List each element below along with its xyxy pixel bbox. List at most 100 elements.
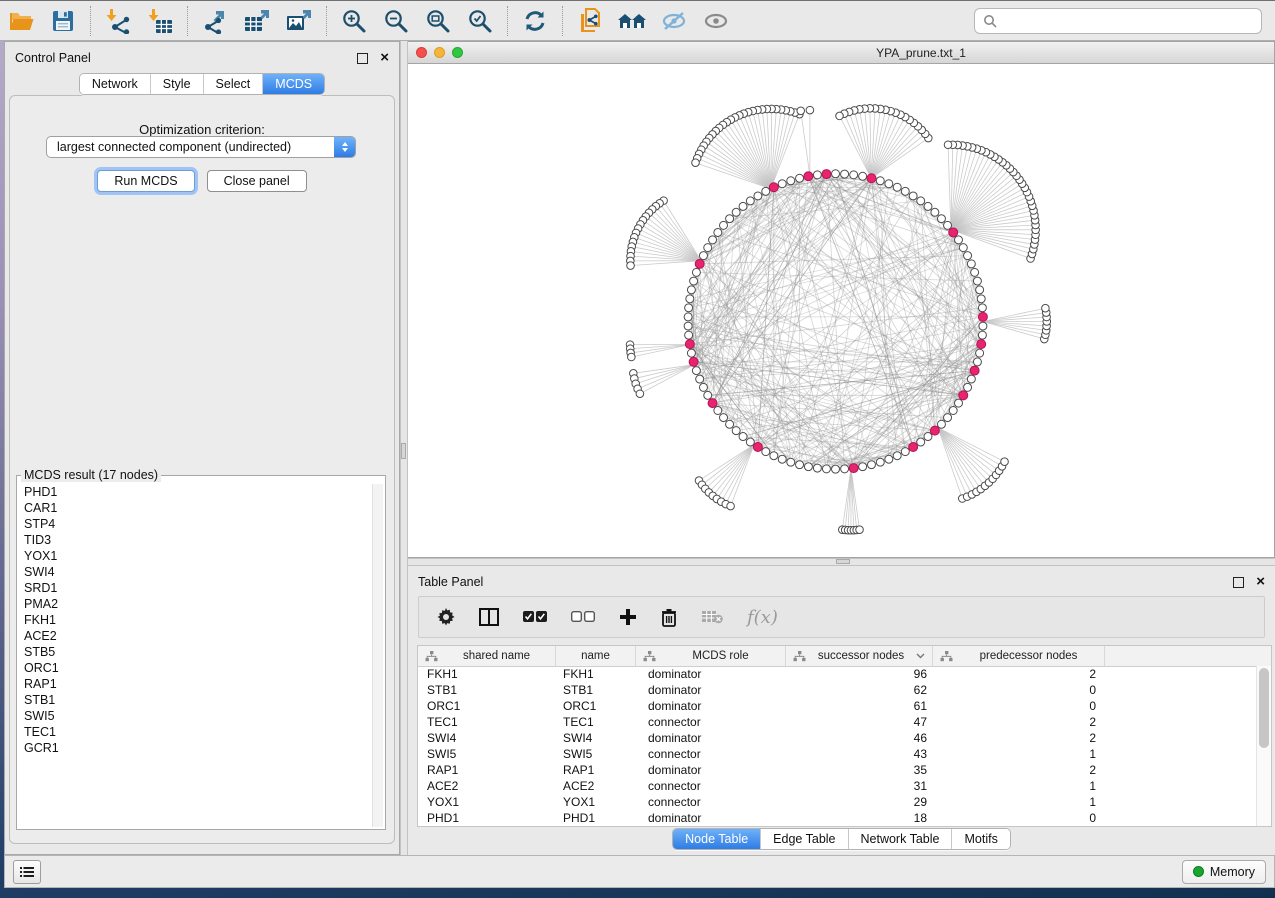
mcds-result-item[interactable]: ACE2 xyxy=(19,628,372,644)
network-hub-node[interactable] xyxy=(949,228,958,237)
network-canvas[interactable] xyxy=(408,64,1274,557)
table-row[interactable]: FKH1FKH1dominator962 xyxy=(418,666,1257,682)
export-network-icon[interactable] xyxy=(198,5,232,37)
network-node[interactable] xyxy=(727,502,735,510)
splitter-grip[interactable] xyxy=(836,559,850,564)
mcds-result-item[interactable]: GCR1 xyxy=(19,740,372,756)
network-node[interactable] xyxy=(901,187,909,195)
mcds-result-item[interactable]: SWI4 xyxy=(19,564,372,580)
column-view-icon[interactable] xyxy=(479,608,499,626)
network-node[interactable] xyxy=(770,452,778,460)
search-box[interactable] xyxy=(974,8,1262,34)
network-node[interactable] xyxy=(841,170,849,178)
close-panel-icon[interactable]: × xyxy=(1256,577,1265,587)
table-row[interactable]: ORC1ORC1dominator610 xyxy=(418,698,1257,714)
network-node[interactable] xyxy=(806,106,814,114)
network-node[interactable] xyxy=(901,448,909,456)
refresh-icon[interactable] xyxy=(518,5,552,37)
network-node[interactable] xyxy=(636,390,644,398)
network-node[interactable] xyxy=(964,383,972,391)
mcds-result-item[interactable]: SRD1 xyxy=(19,580,372,596)
network-node[interactable] xyxy=(893,183,901,191)
network-node[interactable] xyxy=(978,331,986,339)
tab-edge-table[interactable]: Edge Table xyxy=(760,829,847,849)
import-table-icon[interactable] xyxy=(143,5,177,37)
network-node[interactable] xyxy=(692,159,700,167)
network-node[interactable] xyxy=(732,427,740,435)
table-row[interactable]: RAP1RAP1dominator352 xyxy=(418,762,1257,778)
tab-node-table[interactable]: Node Table xyxy=(673,829,760,849)
mcds-result-item[interactable]: RAP1 xyxy=(19,676,372,692)
scrollbar-thumb[interactable] xyxy=(1259,668,1269,748)
network-node[interactable] xyxy=(628,353,636,361)
network-node[interactable] xyxy=(796,174,804,182)
float-window-icon[interactable] xyxy=(357,53,368,64)
network-node[interactable] xyxy=(778,180,786,188)
network-node[interactable] xyxy=(836,112,844,120)
network-node[interactable] xyxy=(832,170,840,178)
save-session-icon[interactable] xyxy=(46,5,80,37)
network-hub-node[interactable] xyxy=(959,391,968,400)
zoom-selected-icon[interactable] xyxy=(463,5,497,37)
mcds-result-item[interactable]: PHD1 xyxy=(19,484,372,500)
network-node[interactable] xyxy=(732,208,740,216)
network-node[interactable] xyxy=(726,215,734,223)
open-file-icon[interactable] xyxy=(4,5,38,37)
network-node[interactable] xyxy=(893,452,901,460)
task-history-button[interactable] xyxy=(13,860,41,884)
column-header-shared-name[interactable]: shared name xyxy=(418,646,556,666)
network-node[interactable] xyxy=(687,349,695,357)
network-node[interactable] xyxy=(685,304,693,312)
network-node[interactable] xyxy=(931,208,939,216)
table-row[interactable]: PHD1PHD1dominator180 xyxy=(418,810,1257,826)
run-mcds-button[interactable]: Run MCDS xyxy=(97,170,194,192)
network-node[interactable] xyxy=(797,107,805,115)
network-node[interactable] xyxy=(856,526,864,534)
hide-selected-icon[interactable] xyxy=(657,5,691,37)
network-node[interactable] xyxy=(685,331,693,339)
horizontal-splitter[interactable] xyxy=(408,558,1275,566)
network-hub-node[interactable] xyxy=(970,366,979,375)
column-header-successor-nodes[interactable]: successor nodes xyxy=(786,646,933,666)
tab-network-table[interactable]: Network Table xyxy=(848,829,952,849)
network-node[interactable] xyxy=(850,171,858,179)
network-node[interactable] xyxy=(687,286,695,294)
table-row[interactable]: SWI5SWI5connector431 xyxy=(418,746,1257,762)
table-row[interactable]: TEC1TEC1connector472 xyxy=(418,714,1257,730)
first-neighbors-icon[interactable] xyxy=(615,5,649,37)
function-builder-icon[interactable]: f(x) xyxy=(747,607,778,628)
network-node[interactable] xyxy=(739,202,747,210)
network-node[interactable] xyxy=(762,448,770,456)
network-node[interactable] xyxy=(704,244,712,252)
network-node[interactable] xyxy=(690,277,698,285)
close-panel-button[interactable]: Close panel xyxy=(207,170,307,192)
network-node[interactable] xyxy=(964,252,972,260)
select-all-icon[interactable] xyxy=(523,611,547,623)
network-node[interactable] xyxy=(979,322,987,330)
mcds-result-item[interactable]: STB5 xyxy=(19,644,372,660)
network-node[interactable] xyxy=(924,202,932,210)
table-row[interactable]: YOX1YOX1connector291 xyxy=(418,794,1257,810)
table-row[interactable]: STB1STB1dominator620 xyxy=(418,682,1257,698)
network-hub-node[interactable] xyxy=(685,340,694,349)
network-node[interactable] xyxy=(692,367,700,375)
network-node[interactable] xyxy=(841,465,849,473)
network-hub-node[interactable] xyxy=(849,464,858,473)
network-node[interactable] xyxy=(686,295,694,303)
network-node[interactable] xyxy=(726,420,734,428)
network-node[interactable] xyxy=(973,358,981,366)
export-image-icon[interactable] xyxy=(282,5,316,37)
memory-button[interactable]: Memory xyxy=(1182,860,1266,884)
network-hub-node[interactable] xyxy=(689,357,698,366)
tab-mcds[interactable]: MCDS xyxy=(262,74,324,94)
network-node[interactable] xyxy=(746,197,754,205)
network-node[interactable] xyxy=(714,228,722,236)
network-node[interactable] xyxy=(944,414,952,422)
network-hub-node[interactable] xyxy=(930,426,939,435)
network-node[interactable] xyxy=(876,458,884,466)
network-node[interactable] xyxy=(720,221,728,229)
mcds-result-item[interactable]: TID3 xyxy=(19,532,372,548)
mcds-result-item[interactable]: CAR1 xyxy=(19,500,372,516)
mcds-result-item[interactable]: YOX1 xyxy=(19,548,372,564)
export-table-icon[interactable] xyxy=(240,5,274,37)
